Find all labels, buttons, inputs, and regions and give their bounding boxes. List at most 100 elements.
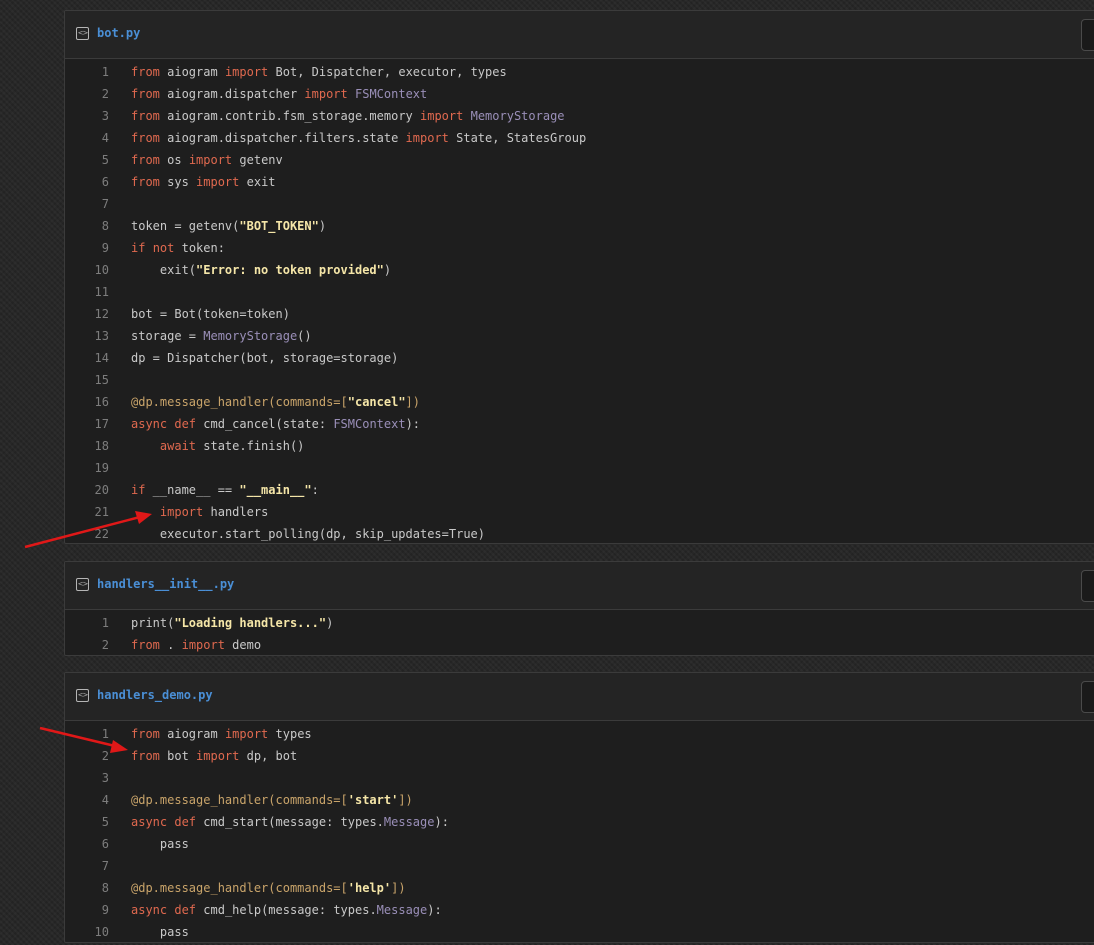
- code-token: storage =: [131, 329, 204, 343]
- code-token: import: [188, 153, 233, 167]
- code-line: 7: [65, 855, 1094, 877]
- line-content: from . import demo: [131, 638, 261, 652]
- code-line: 9 if not token:: [65, 237, 1094, 259]
- code-token: types: [268, 727, 312, 741]
- line-number: 3: [101, 771, 109, 785]
- code-token: import: [420, 109, 464, 123]
- code-token: ): [318, 219, 327, 233]
- code-token: 'help': [347, 881, 392, 895]
- line-number: 10: [94, 263, 109, 277]
- line-content: import handlers: [131, 505, 268, 519]
- line-number: 18: [94, 439, 109, 453]
- line-number: 17: [94, 417, 109, 431]
- line-content: if not token:: [131, 241, 225, 255]
- line-content: async def cmd_help(message: types.Messag…: [131, 903, 442, 917]
- code-token: FSMContext: [333, 417, 406, 431]
- code-token: bot = Bot(token=token): [131, 307, 290, 321]
- code-line: 9 async def cmd_help(message: types.Messa…: [65, 899, 1094, 921]
- line-number: 4: [101, 793, 109, 807]
- code-token: dp = Dispatcher(bot, storage=storage): [131, 351, 399, 365]
- code-token: @dp.message_handler(commands=[: [131, 881, 348, 895]
- code-block: 1 print("Loading handlers...") 2 from . imp…: [65, 610, 1094, 655]
- line-content: token = getenv("BOT_TOKEN"): [131, 219, 326, 233]
- code-token: exit(: [131, 263, 197, 277]
- code-token: "BOT_TOKEN": [239, 219, 319, 233]
- file-name-link[interactable]: bot.py: [97, 26, 140, 40]
- code-token: state.finish(): [196, 439, 305, 453]
- line-number: 19: [94, 461, 109, 475]
- code-line: 6 pass: [65, 833, 1094, 855]
- code-panel-bot-py: <> bot.py 1 from aiogram import Bot, Disp…: [64, 10, 1094, 544]
- line-content: from aiogram.dispatcher.filters.state im…: [131, 131, 586, 145]
- line-content: async def cmd_cancel(state: FSMContext):: [131, 417, 420, 431]
- code-token: ):: [405, 417, 421, 431]
- line-number: 6: [101, 175, 109, 189]
- line-number: 5: [101, 153, 109, 167]
- code-token: ]): [391, 881, 406, 895]
- code-token: from: [131, 638, 160, 652]
- code-panel-handlers-init-py: <> handlers__init__.py 1 print("Loading h…: [64, 561, 1094, 656]
- code-panel-header: <> handlers_demo.py: [65, 673, 1094, 721]
- code-line: 3 from aiogram.contrib.fsm_storage.memory…: [65, 105, 1094, 127]
- code-token: FSMContext: [355, 87, 428, 101]
- line-number: 7: [101, 197, 109, 211]
- code-line: 1 print("Loading handlers..."): [65, 612, 1094, 634]
- code-token: bot: [159, 749, 197, 763]
- line-content: from os import getenv: [131, 153, 283, 167]
- code-token: token = getenv(: [131, 219, 240, 233]
- code-token: import: [181, 638, 225, 652]
- code-token: from: [131, 65, 160, 79]
- code-token: cmd_help(message: types.: [196, 903, 377, 917]
- line-number: 9: [101, 903, 109, 917]
- code-token: executor.start_polling(dp, skip_updates=…: [131, 527, 486, 541]
- code-line: 18 await state.finish(): [65, 435, 1094, 457]
- code-line: 10 pass: [65, 921, 1094, 942]
- code-token: import: [224, 727, 269, 741]
- code-token: "Error: no token provided": [196, 263, 384, 277]
- file-name-link[interactable]: handlers__init__.py: [97, 577, 234, 591]
- code-token: from: [131, 749, 160, 763]
- code-token: async: [131, 903, 168, 917]
- line-number: 20: [94, 483, 109, 497]
- copy-button[interactable]: [1081, 681, 1094, 713]
- code-token: def: [174, 815, 197, 829]
- code-token: "cancel": [347, 395, 406, 409]
- code-token: @dp.message_handler(commands=[: [131, 793, 348, 807]
- copy-button[interactable]: [1081, 19, 1094, 51]
- file-name-link[interactable]: handlers_demo.py: [97, 688, 213, 702]
- line-number: 2: [101, 638, 109, 652]
- code-token: sys: [159, 175, 197, 189]
- code-token: cmd_start(message: types.: [196, 815, 384, 829]
- code-line: 20 if __name__ == "__main__":: [65, 479, 1094, 501]
- line-content: from aiogram.contrib.fsm_storage.memory …: [131, 109, 565, 123]
- code-line: 8 @dp.message_handler(commands=['help']): [65, 877, 1094, 899]
- code-token: async: [131, 417, 168, 431]
- line-content: from aiogram import Bot, Dispatcher, exe…: [131, 65, 507, 79]
- code-token: 'start': [347, 793, 399, 807]
- code-line: 3: [65, 767, 1094, 789]
- line-number: 9: [101, 241, 109, 255]
- code-line: 4 @dp.message_handler(commands=['start']): [65, 789, 1094, 811]
- code-line: 17 async def cmd_cancel(state: FSMContext…: [65, 413, 1094, 435]
- code-token: MemoryStorage: [470, 109, 565, 123]
- line-content: async def cmd_start(message: types.Messa…: [131, 815, 449, 829]
- copy-button[interactable]: [1081, 570, 1094, 602]
- line-number: 13: [94, 329, 109, 343]
- code-token: from: [131, 727, 160, 741]
- code-token: import: [159, 505, 204, 519]
- line-content: await state.finish(): [131, 439, 305, 453]
- code-line: 10 exit("Error: no token provided"): [65, 259, 1094, 281]
- line-number: 6: [101, 837, 109, 851]
- code-file-icon: <>: [76, 578, 89, 591]
- code-token: "__main__": [239, 483, 312, 497]
- code-token: from: [131, 87, 160, 101]
- line-number: 1: [101, 616, 109, 630]
- line-number: 7: [101, 859, 109, 873]
- code-token: def: [174, 417, 197, 431]
- line-content: pass: [131, 837, 189, 851]
- line-number: 10: [94, 925, 109, 939]
- code-token: from: [131, 175, 160, 189]
- code-token: if: [131, 241, 146, 255]
- code-panel-header: <> handlers__init__.py: [65, 562, 1094, 610]
